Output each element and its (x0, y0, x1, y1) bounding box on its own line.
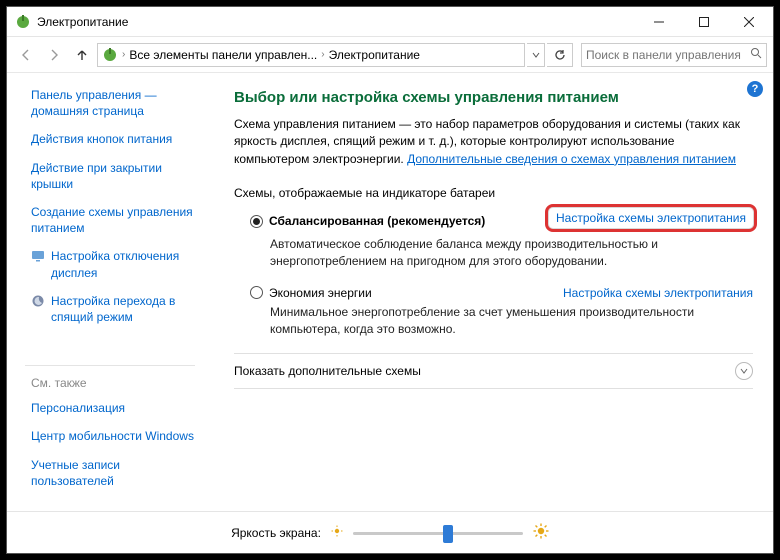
learn-more-link[interactable]: Дополнительные сведения о схемах управле… (407, 152, 736, 166)
window-title: Электропитание (37, 15, 128, 29)
plan-powersaver-configure-link[interactable]: Настройка схемы электропитания (563, 286, 753, 300)
brightness-slider[interactable] (353, 523, 523, 543)
maximize-button[interactable] (681, 8, 726, 36)
chevron-down-icon (735, 362, 753, 380)
page-description: Схема управления питанием — это набор па… (234, 116, 753, 168)
nav-forward-button[interactable] (41, 42, 67, 68)
breadcrumb-dropdown-button[interactable] (527, 43, 545, 67)
breadcrumb-segment[interactable]: Все элементы панели управлен... (129, 48, 317, 62)
plan-balanced-configure-link[interactable]: Настройка схемы электропитания (545, 204, 757, 232)
sidebar-home-link[interactable]: Панель управления — домашняя страница (31, 87, 206, 119)
nav-up-button[interactable] (69, 42, 95, 68)
plans-section-header: Схемы, отображаемые на индикаторе батаре… (234, 186, 753, 200)
plan-powersaver: Экономия энергии Настройка схемы электро… (250, 286, 753, 300)
sun-dim-icon (331, 525, 343, 540)
see-also-personalization[interactable]: Персонализация (31, 400, 206, 416)
chevron-right-icon: › (321, 49, 324, 60)
see-also-header: См. также (31, 376, 206, 390)
plan-powersaver-radio[interactable]: Экономия энергии (250, 286, 549, 300)
plan-powersaver-name: Экономия энергии (269, 286, 372, 300)
divider (25, 365, 195, 366)
close-button[interactable] (726, 8, 771, 36)
display-off-icon (31, 249, 45, 263)
page-heading: Выбор или настройка схемы управления пит… (234, 89, 753, 106)
sidebar-link-create-plan[interactable]: Создание схемы управления питанием (31, 204, 206, 236)
footer: Яркость экрана: (7, 511, 773, 553)
main-content: ? Выбор или настройка схемы управления п… (212, 73, 773, 511)
show-more-label: Показать дополнительные схемы (234, 364, 421, 378)
slider-thumb[interactable] (443, 525, 453, 543)
see-also-user-accounts[interactable]: Учетные записи пользователей (31, 457, 206, 489)
sidebar-link-display-off[interactable]: Настройка отключения дисплея (51, 248, 206, 280)
sidebar-link-lid-close[interactable]: Действие при закрытии крышки (31, 160, 206, 192)
plan-balanced-desc: Автоматическое соблюдение баланса между … (270, 236, 753, 270)
search-box[interactable] (581, 43, 767, 67)
sleep-icon (31, 294, 45, 308)
radio-icon (250, 215, 263, 228)
help-icon[interactable]: ? (747, 81, 763, 97)
refresh-button[interactable] (547, 43, 573, 67)
address-bar: › Все элементы панели управлен... › Элек… (7, 37, 773, 73)
breadcrumb-icon (102, 47, 118, 63)
plan-balanced-name: Сбалансированная (рекомендуется) (269, 214, 485, 228)
breadcrumb-segment[interactable]: Электропитание (329, 48, 420, 62)
app-icon (15, 14, 31, 30)
minimize-button[interactable] (636, 8, 681, 36)
show-more-plans[interactable]: Показать дополнительные схемы (234, 353, 753, 389)
sidebar-link-power-buttons[interactable]: Действия кнопок питания (31, 131, 206, 147)
chevron-right-icon: › (122, 49, 125, 60)
sun-bright-icon (533, 523, 549, 542)
plan-balanced: Сбалансированная (рекомендуется) Настрой… (250, 210, 753, 232)
search-icon (750, 47, 762, 62)
breadcrumb[interactable]: › Все элементы панели управлен... › Элек… (97, 43, 525, 67)
brightness-label: Яркость экрана: (231, 526, 321, 540)
radio-icon (250, 286, 263, 299)
search-input[interactable] (586, 48, 744, 62)
sidebar: Панель управления — домашняя страница Де… (7, 73, 212, 511)
power-options-window: Электропитание › Все элементы панели упр… (6, 6, 774, 554)
see-also-mobility-center[interactable]: Центр мобильности Windows (31, 428, 206, 444)
plan-powersaver-desc: Минимальное энергопотребление за счет ум… (270, 304, 753, 338)
nav-back-button[interactable] (13, 42, 39, 68)
titlebar: Электропитание (7, 7, 773, 37)
sidebar-link-sleep[interactable]: Настройка перехода в спящий режим (51, 293, 206, 325)
plan-balanced-radio[interactable]: Сбалансированная (рекомендуется) (250, 210, 531, 232)
